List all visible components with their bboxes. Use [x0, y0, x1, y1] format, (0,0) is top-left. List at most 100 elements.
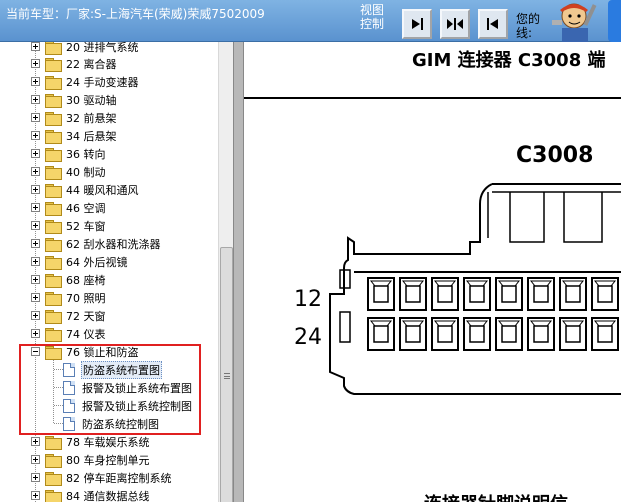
folder-icon	[45, 42, 62, 55]
tree-item[interactable]: 74 仪表	[31, 325, 107, 342]
tree-item-label: 80 车身控制单元	[66, 453, 150, 467]
tree-item-label: 36 转向	[66, 147, 106, 161]
tree-item[interactable]: 70 照明	[31, 289, 107, 306]
tree-item[interactable]: 82 停车距离控制系统	[31, 469, 173, 486]
tree-item[interactable]: 68 座椅	[31, 271, 107, 288]
tree-item[interactable]: 40 制动	[31, 163, 107, 180]
expand-toggle-icon[interactable]	[31, 473, 40, 482]
connector-pin-grid	[367, 277, 619, 351]
pin-terminal	[437, 325, 453, 343]
expand-toggle-icon[interactable]	[31, 95, 40, 104]
folder-icon	[45, 291, 62, 306]
tree-item-label: 24 手动变速器	[66, 75, 139, 89]
pin-terminal	[405, 285, 421, 303]
folder-icon	[45, 201, 62, 216]
pin-terminal	[533, 285, 549, 303]
tree-item[interactable]: 24 手动变速器	[31, 73, 140, 90]
expand-toggle-icon[interactable]	[31, 131, 40, 140]
tree-item[interactable]: 36 转向	[31, 145, 107, 162]
expand-toggle-icon[interactable]	[31, 455, 40, 464]
expand-toggle-icon[interactable]	[31, 437, 40, 446]
expand-toggle-icon[interactable]	[31, 77, 40, 86]
folder-icon	[45, 93, 62, 108]
connector-diagram: GIM 连接器 C3008 端 C3008 12 24 连接器针脚说明信	[244, 42, 621, 502]
tree-item-label: 22 离合器	[66, 57, 117, 71]
tree-item-label: 84 通信数据总线	[66, 489, 150, 502]
arrow-right-bar-icon	[412, 18, 423, 30]
tree-item[interactable]: 46 空调	[31, 199, 107, 216]
tree-item-label: 82 停车距离控制系统	[66, 471, 172, 485]
pin-description-heading: 连接器针脚说明信	[424, 493, 568, 502]
folder-icon	[45, 489, 62, 502]
folder-icon	[45, 57, 62, 72]
expand-toggle-icon[interactable]	[31, 221, 40, 230]
diagram-title: GIM 连接器 C3008 端	[412, 49, 606, 71]
expand-toggle-icon[interactable]	[31, 329, 40, 338]
side-tab[interactable]	[608, 0, 621, 42]
expand-toggle-icon[interactable]	[31, 167, 40, 176]
expand-toggle-icon[interactable]	[31, 275, 40, 284]
tree-item[interactable]: 72 天窗	[31, 307, 107, 324]
folder-icon	[45, 75, 62, 90]
expand-toggle-icon[interactable]	[31, 293, 40, 302]
top-header: 当前车型：厂家:S-上海汽车(荣威)荣威7502009 视图控制 您的线:	[0, 0, 621, 42]
expand-toggle-icon[interactable]	[31, 239, 40, 248]
fit-left-button[interactable]	[478, 9, 508, 39]
tree-item[interactable]: 62 刮水器和洗涤器	[31, 235, 162, 252]
tree-item[interactable]: 78 车载娱乐系统	[31, 433, 151, 450]
pin-terminal	[469, 285, 485, 303]
current-vehicle-label: 当前车型：厂家:S-上海汽车(荣威)荣威7502009	[6, 7, 265, 21]
pin-terminal	[405, 325, 421, 343]
expand-toggle-icon[interactable]	[31, 203, 40, 212]
pane-splitter[interactable]	[233, 42, 244, 502]
folder-icon	[45, 165, 62, 180]
tree-item[interactable]: 52 车窗	[31, 217, 107, 234]
expand-toggle-icon[interactable]	[31, 185, 40, 194]
folder-icon	[45, 111, 62, 126]
folder-icon	[45, 255, 62, 270]
expand-toggle-icon[interactable]	[31, 491, 40, 500]
tree-item[interactable]: 44 暖风和通风	[31, 181, 140, 198]
tree-item[interactable]: 22 离合器	[31, 55, 118, 72]
arrows-both-icon	[447, 18, 463, 30]
tree-item-label: 72 天窗	[66, 309, 106, 323]
connector-id: C3008	[516, 143, 593, 168]
fit-right-button[interactable]	[402, 9, 432, 39]
scrollbar-thumb[interactable]	[220, 247, 233, 502]
category-tree: 20 进排气系统 22 离合器 24 手动变速器 30 驱动轴 32 前悬架 3…	[0, 42, 233, 502]
tree-item[interactable]: 34 后悬架	[31, 127, 118, 144]
expand-toggle-icon[interactable]	[31, 311, 40, 320]
folder-icon	[45, 183, 62, 198]
view-control-label: 视图控制	[360, 3, 385, 31]
tree-item-label: 64 外后视镜	[66, 255, 128, 269]
tree-item-label: 44 暖风和通风	[66, 183, 139, 197]
folder-icon	[45, 237, 62, 252]
tree-item[interactable]: 64 外后视镜	[31, 253, 129, 270]
expand-toggle-icon[interactable]	[31, 42, 40, 51]
pin-terminal	[501, 285, 517, 303]
fit-both-button[interactable]	[440, 9, 470, 39]
tree-item-label: 68 座椅	[66, 273, 106, 287]
expand-toggle-icon[interactable]	[31, 149, 40, 158]
pin-terminal	[565, 325, 581, 343]
pin-terminal	[565, 285, 581, 303]
expand-toggle-icon[interactable]	[31, 257, 40, 266]
tree-item[interactable]: 84 通信数据总线	[31, 487, 151, 502]
folder-icon	[45, 309, 62, 324]
tree-scrollbar[interactable]	[218, 42, 233, 502]
folder-icon	[45, 273, 62, 288]
tree-item-label: 62 刮水器和洗涤器	[66, 237, 161, 251]
pin-terminal	[533, 325, 549, 343]
tree-item[interactable]: 30 驱动轴	[31, 91, 118, 108]
tree-item[interactable]: 80 车身控制单元	[31, 451, 151, 468]
tree-item[interactable]: 20 进排气系统	[31, 42, 140, 55]
tree-item-label: 32 前悬架	[66, 111, 117, 125]
expand-toggle-icon[interactable]	[31, 59, 40, 68]
tree-item-label: 78 车载娱乐系统	[66, 435, 150, 449]
folder-icon	[45, 435, 62, 450]
pin-terminal	[597, 325, 613, 343]
tree-item-label: 40 制动	[66, 165, 106, 179]
expand-toggle-icon[interactable]	[31, 113, 40, 122]
pin-terminal	[373, 285, 389, 303]
tree-item[interactable]: 32 前悬架	[31, 109, 118, 126]
